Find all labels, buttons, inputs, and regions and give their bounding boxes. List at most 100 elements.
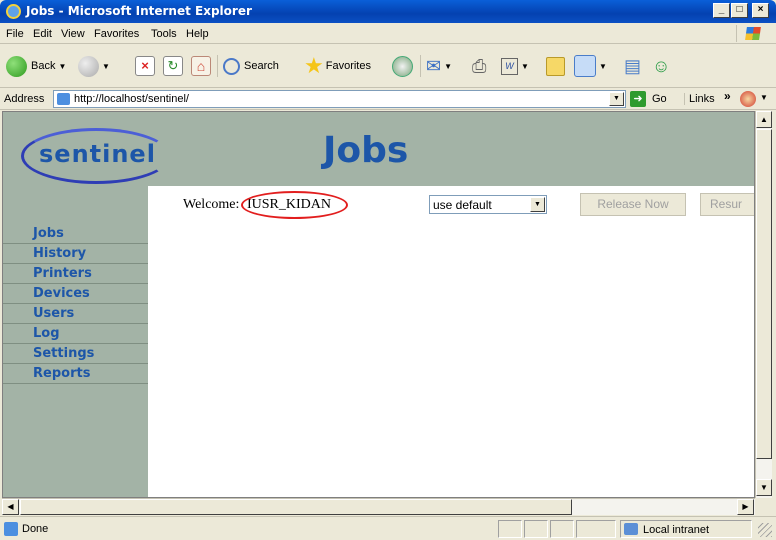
menu-edit[interactable]: Edit [33,28,52,40]
menu-tools[interactable]: Tools [151,28,177,40]
sentinel-logo[interactable]: sentinel [21,128,171,184]
history-button[interactable] [392,54,413,78]
address-label: Address [4,93,45,105]
messenger-dropdown-icon[interactable]: ▼ [599,62,607,71]
menu-bar: File Edit View Favorites Tools Help [0,23,776,44]
scroll-down-icon[interactable]: ▼ [756,479,772,496]
window-title: Jobs - Microsoft Internet Explorer [26,4,252,18]
history-icon [392,55,413,77]
home-icon: ⌂ [191,56,211,76]
links-label[interactable]: Links [684,93,715,105]
address-input[interactable]: http://localhost/sentinel/ ▼ [53,90,626,108]
links-site-icon[interactable] [740,91,756,107]
page-content: sentinel Jobs Welcome: IUSR_KIDAN use de… [2,111,755,498]
minimize-button[interactable]: _ [713,3,730,18]
forward-dropdown-icon[interactable]: ▼ [102,62,110,71]
sidebar-item-jobs[interactable]: Jobs [3,224,148,244]
chevron-icon[interactable]: » [724,89,731,103]
horizontal-scrollbar[interactable]: ◀ ▶ [2,498,755,515]
sidebar-item-printers[interactable]: Printers [3,264,148,284]
windows-logo [736,25,770,42]
sidebar-item-reports[interactable]: Reports [3,364,148,384]
ie-icon [6,4,21,19]
zone-label: Local intranet [643,524,710,536]
resize-grip-icon[interactable] [758,523,772,537]
links-dropdown-icon[interactable]: ▼ [760,93,768,102]
stop-icon: × [135,56,155,76]
windows-flag-icon [745,27,761,40]
printer-icon: ⎙ [472,55,487,76]
sidebar-item-history[interactable]: History [3,244,148,264]
intranet-icon [624,523,638,535]
menu-favorites[interactable]: Favorites [94,28,139,40]
sidebar-item-settings[interactable]: Settings [3,344,148,364]
back-dropdown-icon[interactable]: ▼ [58,62,66,71]
toolbar-divider [420,55,421,77]
favorites-label: Favorites [325,60,371,72]
scroll-up-icon[interactable]: ▲ [756,111,772,128]
forward-button[interactable]: ▼ [78,54,110,78]
go-arrow-icon[interactable]: ➜ [630,91,646,107]
home-button[interactable]: ⌂ [191,54,211,78]
edit-word-button[interactable]: W ▼ [501,54,529,78]
scroll-right-icon[interactable]: ▶ [737,499,754,515]
resume-button[interactable]: Resur [700,193,754,216]
page-title: Jobs [323,130,409,171]
status-panel [498,520,522,538]
print-button[interactable]: ⎙ [472,54,486,78]
mail-icon: ✉ [426,55,442,76]
contacts-button[interactable]: ☺ [652,54,670,78]
horizontal-scroll-thumb[interactable] [20,499,572,515]
toolbar: Back ▼ ▼ × ↻ ⌂ Search ★ Favorites ✉ ▼ ⎙ … [0,45,776,88]
menu-view[interactable]: View [61,28,85,40]
research-button[interactable]: ▤ [624,54,641,78]
toolbar-divider [217,55,218,77]
menu-file[interactable]: File [6,28,24,40]
maximize-button[interactable]: □ [731,3,748,18]
page-header: sentinel Jobs [3,112,754,186]
status-bar: Done Local intranet [0,516,776,540]
title-bar[interactable]: Jobs - Microsoft Internet Explorer _ □ × [0,0,776,23]
security-zone[interactable]: Local intranet [620,520,752,538]
back-arrow-icon [6,55,27,77]
menu-help[interactable]: Help [186,28,209,40]
address-dropdown-button[interactable]: ▼ [609,92,624,106]
sidebar-item-log[interactable]: Log [3,324,148,344]
favorites-star-icon: ★ [304,53,324,78]
mail-dropdown-icon[interactable]: ▼ [444,62,452,71]
messenger-icon [574,55,596,77]
status-panel [524,520,548,538]
close-button[interactable]: × [752,3,769,18]
release-now-button[interactable]: Release Now [580,193,686,216]
sidebar-item-users[interactable]: Users [3,304,148,324]
messenger-button[interactable]: ▼ [574,54,607,78]
edit-dropdown-icon[interactable]: ▼ [521,62,529,71]
address-bar: Address http://localhost/sentinel/ ▼ ➜ G… [0,88,776,110]
address-url: http://localhost/sentinel/ [74,93,189,105]
discuss-icon [546,56,565,76]
stop-button[interactable]: × [135,54,155,78]
vertical-scroll-thumb[interactable] [756,129,772,459]
forward-arrow-icon [78,55,99,77]
back-label: Back [31,60,56,72]
printer-select[interactable]: use default ▼ [429,195,547,214]
search-button[interactable]: Search [223,54,279,78]
discuss-button[interactable] [546,54,565,78]
chevron-down-icon[interactable]: ▼ [530,197,545,212]
vertical-scrollbar[interactable]: ▲ ▼ [755,111,772,498]
page-icon [57,93,70,105]
refresh-button[interactable]: ↻ [163,54,183,78]
printer-select-value: use default [433,198,492,212]
favorites-button[interactable]: ★ Favorites [304,54,371,78]
search-label: Search [244,60,279,72]
word-icon: W [501,57,518,75]
mail-button[interactable]: ✉ ▼ [426,54,452,78]
status-panel [576,520,616,538]
status-text: Done [22,523,49,535]
sidebar-item-devices[interactable]: Devices [3,284,148,304]
back-button[interactable]: Back ▼ [6,54,66,78]
go-button[interactable]: Go [652,93,667,105]
research-icon: ▤ [624,55,642,76]
scroll-left-icon[interactable]: ◀ [2,499,19,515]
page-done-icon [4,522,18,536]
